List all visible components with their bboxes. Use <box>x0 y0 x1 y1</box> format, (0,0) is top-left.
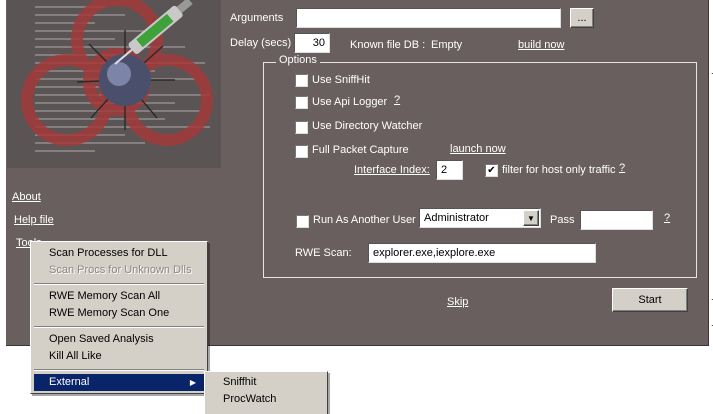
interface-index-link[interactable]: Interface Index: <box>354 164 430 176</box>
use-api-logger-label: Use Api Logger <box>312 96 388 108</box>
tools-menu: Scan Processes for DLL Scan Procs for Un… <box>30 241 208 394</box>
menu-item-rwe-scan-all[interactable]: RWE Memory Scan All <box>34 288 204 305</box>
run-as-user-value: Administrator <box>424 212 489 224</box>
pass-input[interactable] <box>580 210 653 230</box>
options-title: Options <box>276 54 320 66</box>
splash-image <box>7 0 221 168</box>
help-file-link[interactable]: Help file <box>14 214 54 226</box>
delay-input[interactable]: 30 <box>294 33 330 53</box>
pass-label: Pass <box>550 214 575 226</box>
pass-help-link[interactable]: ? <box>664 212 670 224</box>
arguments-input[interactable] <box>296 8 561 28</box>
known-db-label: Known file DB : <box>350 39 426 51</box>
skip-link[interactable]: Skip <box>447 296 468 308</box>
menu-item-scan-processes[interactable]: Scan Processes for DLL <box>34 245 204 262</box>
menu-separator <box>34 283 204 285</box>
menu-item-scan-unknown-dlls: Scan Procs for Unknown Dlls <box>49 264 192 276</box>
menu-item-external-label: External <box>49 376 90 388</box>
menu-item-kill-all-like[interactable]: Kill All Like <box>34 348 204 365</box>
menu-item-external[interactable]: External ▶ <box>34 374 204 391</box>
menu-item-sniffhit[interactable]: Sniffhit <box>208 374 324 391</box>
rwe-scan-input[interactable]: explorer.exe,iexplore.exe <box>368 243 596 263</box>
arguments-label: Arguments <box>230 12 284 24</box>
use-directory-watcher-checkbox[interactable] <box>295 121 308 134</box>
submenu-arrow-icon: ▶ <box>189 378 196 387</box>
delay-label: Delay (secs) <box>230 37 292 49</box>
rwe-scan-label: RWE Scan: <box>295 247 352 259</box>
known-db-status: Empty <box>431 39 463 51</box>
menu-item-open-saved-analysis[interactable]: Open Saved Analysis <box>34 331 204 348</box>
filter-host-checkbox[interactable]: ✔ <box>485 164 498 177</box>
menu-item-rwe-scan-one[interactable]: RWE Memory Scan One <box>34 305 204 322</box>
launch-now-link[interactable]: launch now <box>450 143 506 155</box>
use-api-logger-checkbox[interactable] <box>295 96 308 109</box>
full-packet-capture-checkbox[interactable] <box>295 145 308 158</box>
screen: About Help file Tools Arguments ... Dela… <box>0 0 713 414</box>
menu-separator <box>34 369 204 371</box>
use-sniffhit-checkbox[interactable] <box>295 74 308 87</box>
external-submenu: Sniffhit ProcWatch <box>204 371 328 414</box>
api-logger-help-link[interactable]: ? <box>394 94 400 106</box>
biohazard-icon <box>21 0 213 146</box>
use-sniffhit-label: Use SniffHit <box>312 74 370 86</box>
build-now-link[interactable]: build now <box>518 39 564 51</box>
menu-item-procwatch[interactable]: ProcWatch <box>208 391 324 408</box>
start-button[interactable]: Start <box>612 288 688 312</box>
browse-button[interactable]: ... <box>570 8 594 28</box>
filter-host-label: filter for host only traffic <box>502 164 616 176</box>
interface-index-input[interactable]: 2 <box>436 160 463 180</box>
full-packet-capture-label: Full Packet Capture <box>312 144 409 156</box>
run-as-checkbox[interactable] <box>296 215 309 228</box>
run-as-label: Run As Another User <box>313 214 416 226</box>
use-directory-watcher-label: Use Directory Watcher <box>312 120 423 132</box>
about-link[interactable]: About <box>12 191 41 203</box>
chevron-down-icon[interactable]: ▼ <box>523 210 539 226</box>
filter-host-help-link[interactable]: ? <box>619 162 625 174</box>
menu-separator <box>34 326 204 328</box>
